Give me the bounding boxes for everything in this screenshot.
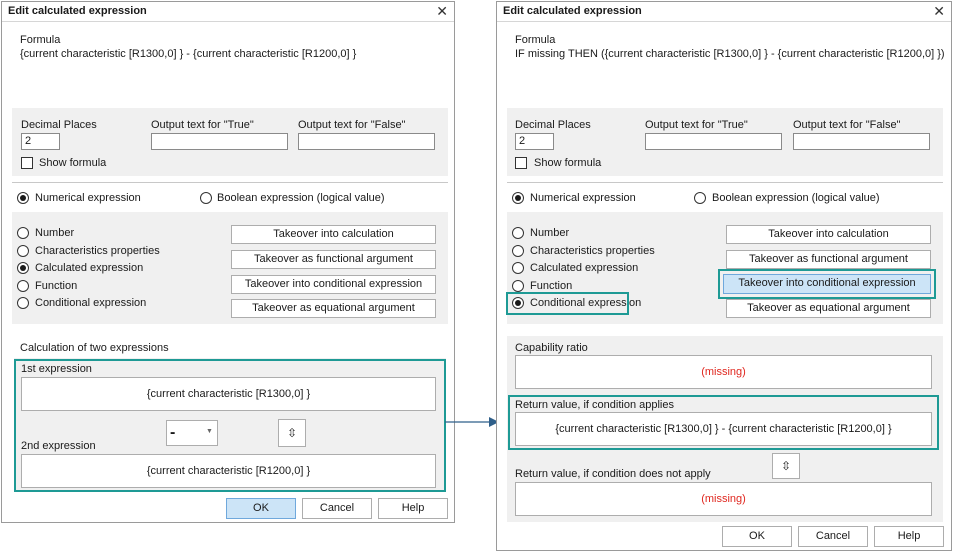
- dialog-title: Edit calculated expression: [8, 5, 147, 17]
- decimal-places-label: Decimal Places: [21, 119, 97, 131]
- decimal-places-label: Decimal Places: [515, 119, 591, 131]
- output-true-input[interactable]: [645, 133, 782, 150]
- numerical-expression-radio[interactable]: [17, 192, 29, 204]
- decimal-places-input[interactable]: 2: [21, 133, 60, 150]
- right-dialog: Edit calculated expression ✕ Formula IF …: [496, 1, 952, 551]
- condition-not-applies-box[interactable]: (missing): [515, 482, 932, 516]
- calculation-title: Calculation of two expressions: [20, 342, 169, 354]
- cancel-button[interactable]: Cancel: [302, 498, 372, 519]
- output-false-label: Output text for "False": [298, 119, 406, 131]
- takeover-equational-button[interactable]: Takeover as equational argument: [726, 299, 931, 318]
- takeover-calculation-button[interactable]: Takeover into calculation: [726, 225, 931, 244]
- boolean-expression-radio[interactable]: [200, 192, 212, 204]
- decimal-places-input[interactable]: 2: [515, 133, 554, 150]
- help-button[interactable]: Help: [874, 526, 944, 547]
- radio-characteristics-properties[interactable]: [512, 245, 524, 257]
- close-icon[interactable]: ✕: [933, 3, 945, 20]
- radio-number-label: Number: [35, 227, 75, 239]
- radio-number[interactable]: [512, 227, 524, 239]
- show-formula-label: Show formula: [534, 157, 602, 169]
- output-true-input[interactable]: [151, 133, 288, 150]
- capability-ratio-label: Capability ratio: [515, 342, 588, 354]
- show-formula-checkbox[interactable]: [515, 157, 527, 169]
- boolean-expression-label: Boolean expression (logical value): [217, 192, 385, 204]
- radio-function[interactable]: [512, 280, 524, 292]
- numerical-expression-radio[interactable]: [512, 192, 524, 204]
- radio-function-label: Function: [530, 280, 573, 292]
- radio-number-label: Number: [530, 227, 570, 239]
- separator: [12, 182, 448, 183]
- radio-number[interactable]: [17, 227, 29, 239]
- formula-text: IF missing THEN ({current characteristic…: [515, 48, 947, 60]
- ok-button[interactable]: OK: [226, 498, 296, 519]
- takeover-conditional-highlight: [718, 269, 936, 299]
- radio-calculated-expression[interactable]: [17, 262, 29, 274]
- show-formula-label: Show formula: [39, 157, 107, 169]
- takeover-calculation-button[interactable]: Takeover into calculation: [231, 225, 436, 244]
- radio-calculated-expression[interactable]: [512, 262, 524, 274]
- boolean-expression-label: Boolean expression (logical value): [712, 192, 880, 204]
- formula-text: {current characteristic [R1300,0] } - {c…: [20, 48, 357, 60]
- conditional-radio-highlight: [506, 292, 629, 315]
- dialog-title: Edit calculated expression: [503, 5, 642, 17]
- boolean-expression-radio[interactable]: [694, 192, 706, 204]
- takeover-functional-button[interactable]: Takeover as functional argument: [231, 250, 436, 269]
- radio-calculated-expression-label: Calculated expression: [35, 262, 144, 274]
- output-false-input[interactable]: [793, 133, 930, 150]
- radio-function-label: Function: [35, 280, 78, 292]
- ok-button[interactable]: OK: [722, 526, 792, 547]
- takeover-functional-button[interactable]: Takeover as functional argument: [726, 250, 931, 269]
- condition-applies-highlight: [508, 395, 939, 450]
- swap-vertical-icon[interactable]: ⇳: [772, 453, 800, 479]
- radio-calculated-expression-label: Calculated expression: [530, 262, 639, 274]
- numerical-expression-label: Numerical expression: [35, 192, 141, 204]
- takeover-conditional-button[interactable]: Takeover into conditional expression: [231, 275, 436, 294]
- radio-characteristics-properties-label: Characteristics properties: [530, 245, 655, 257]
- output-true-label: Output text for "True": [151, 119, 254, 131]
- radio-characteristics-properties[interactable]: [17, 245, 29, 257]
- show-formula-checkbox[interactable]: [21, 157, 33, 169]
- output-false-input[interactable]: [298, 133, 435, 150]
- left-titlebar: Edit calculated expression ✕: [2, 2, 454, 22]
- help-button[interactable]: Help: [378, 498, 448, 519]
- left-dialog: Edit calculated expression ✕ Formula {cu…: [1, 1, 455, 523]
- formula-label: Formula: [20, 34, 61, 46]
- capability-ratio-box[interactable]: (missing): [515, 355, 932, 389]
- close-icon[interactable]: ✕: [436, 3, 448, 20]
- right-titlebar: Edit calculated expression ✕: [497, 2, 951, 22]
- radio-characteristics-properties-label: Characteristics properties: [35, 245, 160, 257]
- condition-not-applies-label: Return value, if condition does not appl…: [515, 468, 711, 480]
- radio-function[interactable]: [17, 280, 29, 292]
- radio-conditional-expression-label: Conditional expression: [35, 297, 147, 309]
- formula-label: Formula: [515, 34, 556, 46]
- numerical-expression-label: Numerical expression: [530, 192, 636, 204]
- separator: [507, 182, 943, 183]
- arrow-right-icon: [445, 414, 500, 434]
- takeover-equational-button[interactable]: Takeover as equational argument: [231, 299, 436, 318]
- calculation-highlight: [14, 359, 446, 492]
- output-false-label: Output text for "False": [793, 119, 901, 131]
- cancel-button[interactable]: Cancel: [798, 526, 868, 547]
- radio-conditional-expression[interactable]: [17, 297, 29, 309]
- output-true-label: Output text for "True": [645, 119, 748, 131]
